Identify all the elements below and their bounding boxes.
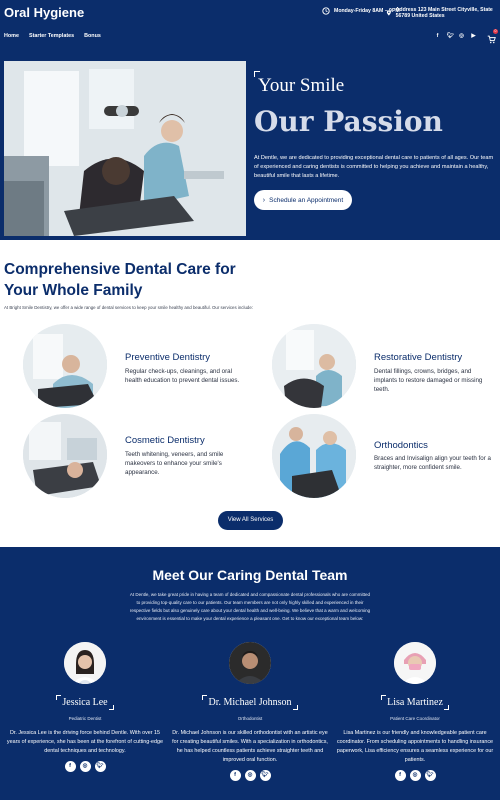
member-role: Orthodontist	[237, 716, 263, 721]
instagram-icon[interactable]: ◎	[79, 761, 91, 772]
instagram-icon[interactable]: ◎	[409, 770, 421, 781]
hero-description: At Dentle, we are dedicated to providing…	[254, 155, 494, 179]
cart-icon	[487, 35, 496, 44]
main-nav: Home Starter Templates Bonus	[4, 33, 101, 39]
facebook-icon[interactable]: f	[64, 761, 76, 772]
member-bio: Lisa Martinez is our friendly and knowle…	[336, 730, 494, 763]
member-role: Pediatric Dentist	[68, 716, 102, 721]
member-bio: Dr. Jessica Lee is the driving force beh…	[6, 730, 164, 754]
twitter-icon[interactable]: 🐦︎	[447, 33, 454, 39]
cart-button[interactable]: 0	[487, 29, 498, 49]
restorative-dentistry-image	[272, 324, 356, 408]
chevron-right-icon: ›	[262, 196, 266, 204]
preventive-dentistry-image	[23, 324, 107, 408]
facebook-icon[interactable]: f	[394, 770, 406, 781]
service-text: Braces and Invisalign align your teeth f…	[374, 455, 491, 471]
service-title: Restorative Dentistry	[374, 352, 463, 363]
clock-icon	[322, 7, 330, 15]
site-logo[interactable]: Oral Hygiene	[4, 5, 84, 20]
hero-subtitle: Your Smile	[258, 75, 345, 96]
instagram-icon[interactable]: ◎	[459, 33, 464, 39]
team-section: Meet Our Caring Dental Team At Dentle, w…	[0, 547, 500, 800]
cosmetic-dentistry-image	[23, 414, 107, 498]
service-text: Regular check-ups, cleanings, and oral h…	[125, 368, 240, 384]
member-social-links: f ◎ 🐦︎	[169, 770, 331, 781]
member-social-links: f ◎ 🐦︎	[334, 770, 496, 781]
hero-title: Our Passion	[254, 105, 443, 138]
instagram-icon[interactable]: ◎	[244, 770, 256, 781]
twitter-icon[interactable]: 🐦︎	[424, 770, 436, 781]
schedule-appointment-label: Schedule an Appointment	[269, 196, 344, 204]
member-name: Dr. Michael Johnson	[202, 695, 298, 710]
member-name: Lisa Martinez	[381, 695, 449, 710]
service-title: Orthodontics	[374, 440, 428, 451]
orthodontics-image	[272, 414, 356, 498]
location-pin-icon	[386, 10, 391, 16]
team-member-card: Lisa Martinez Patient Care Coordinator L…	[334, 642, 496, 781]
nav-bonus[interactable]: Bonus	[84, 33, 101, 39]
view-all-services-button[interactable]: View All Services	[218, 511, 283, 530]
team-member-card: Dr. Michael Johnson Orthodontist Dr. Mic…	[169, 642, 331, 781]
team-member-card: Jessica Lee Pediatric Dentist Dr. Jessic…	[4, 642, 166, 772]
site-header: Oral Hygiene Monday-Friday 8AM – 9PM Add…	[0, 0, 500, 57]
service-title: Cosmetic Dentistry	[125, 435, 205, 446]
nav-home[interactable]: Home	[4, 33, 19, 39]
hero-image-dentist-with-patient	[4, 61, 246, 236]
address: Address 123 Main Street Cityville, State…	[386, 7, 500, 19]
cart-count-badge: 0	[493, 29, 498, 34]
member-social-links: f ◎ 🐦︎	[4, 761, 166, 772]
services-intro: At Bright Smile Dentistry, we offer a wi…	[4, 305, 254, 310]
team-title: Meet Our Caring Dental Team	[152, 567, 348, 583]
service-text: Teeth whitening, veneers, and smile make…	[125, 451, 224, 476]
facebook-icon[interactable]: f	[229, 770, 241, 781]
service-text: Dental fillings, crowns, bridges, and im…	[374, 368, 483, 393]
twitter-icon[interactable]: 🐦︎	[259, 770, 271, 781]
address-text: Address 123 Main Street Cityville, State…	[395, 7, 493, 19]
header-social-links: f 🐦︎ ◎ ▶	[435, 33, 476, 39]
facebook-icon[interactable]: f	[435, 33, 440, 39]
hero-section: Your Smile Our Passion At Dentle, we are…	[0, 57, 500, 240]
youtube-icon[interactable]: ▶	[471, 33, 476, 39]
avatar	[394, 642, 436, 684]
services-title: Comprehensive Dental Care for Your Whole…	[4, 261, 236, 299]
twitter-icon[interactable]: 🐦︎	[94, 761, 106, 772]
schedule-appointment-button[interactable]: › Schedule an Appointment	[254, 190, 352, 210]
team-description: At Dentle, we take great pride in having…	[129, 592, 371, 621]
avatar	[229, 642, 271, 684]
member-bio: Dr. Michael Johnson is our skilled ortho…	[172, 730, 328, 763]
member-role: Patient Care Coordinator	[390, 716, 440, 721]
avatar	[64, 642, 106, 684]
nav-starter-templates[interactable]: Starter Templates	[29, 33, 74, 39]
member-name: Jessica Lee	[56, 695, 114, 710]
service-title: Preventive Dentistry	[125, 352, 211, 363]
